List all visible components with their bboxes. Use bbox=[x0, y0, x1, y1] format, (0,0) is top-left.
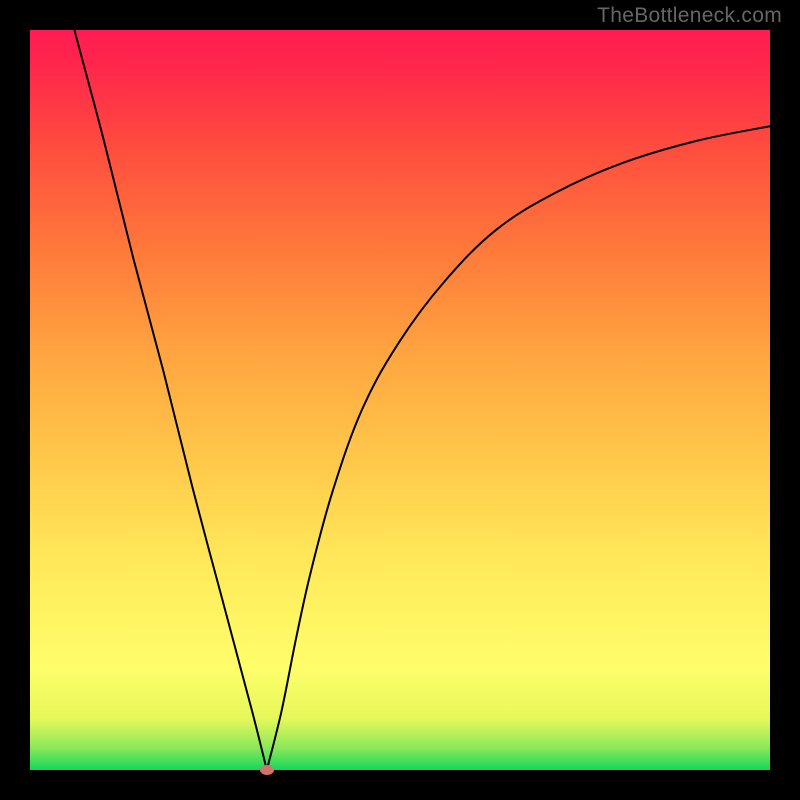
curve-left-branch bbox=[74, 30, 266, 770]
watermark-text: TheBottleneck.com bbox=[597, 4, 782, 28]
chart-frame: TheBottleneck.com bbox=[0, 0, 800, 800]
plot-area bbox=[30, 30, 770, 770]
vertex-marker bbox=[260, 765, 274, 775]
curve-right-branch bbox=[267, 126, 770, 770]
curve-svg bbox=[30, 30, 770, 770]
